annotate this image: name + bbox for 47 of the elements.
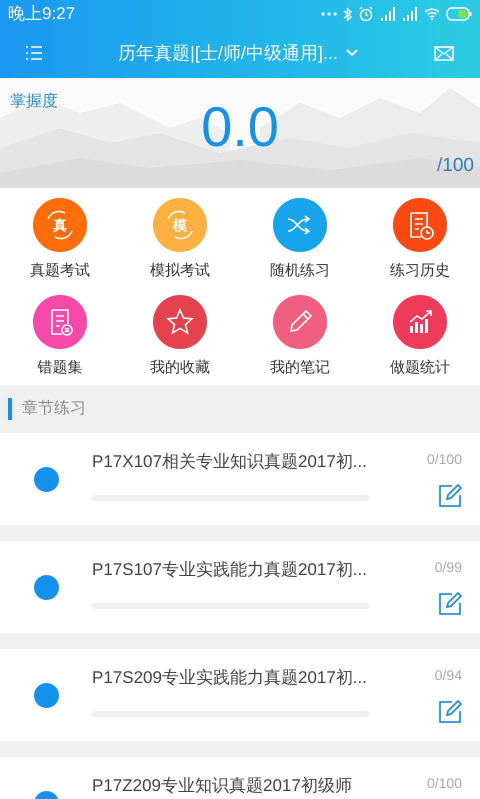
icon-glyph: 模 [173,218,187,232]
edit-icon[interactable] [438,700,462,724]
section-marker [8,398,12,420]
feature-label[interactable]: 随机练习 [270,260,330,282]
mastery-max: /100 [437,154,474,178]
feature-label[interactable]: 模拟考试 [150,260,210,282]
chapter-title: P17S209专业实践能力真题2017初... [92,667,368,689]
feature-label[interactable]: 真题考试 [30,260,90,282]
question-count: 0/94 [434,666,462,685]
more-dots-icon [321,12,337,16]
signal-icon [402,7,418,21]
alarm-icon [358,6,374,22]
chapter-title: P17S107专业实践能力真题2017初... [92,559,368,581]
chapter-card[interactable]: P17Z209专业知识真题2017初级师 0/100 [0,757,480,799]
feature-label[interactable]: 错题集 [38,356,82,379]
feature-icon-background[interactable] [273,198,327,252]
mastery-label: 掌握度 [10,92,58,112]
chapter-card[interactable]: P17S209专业实践能力真题2017初... 0/94 [0,649,480,741]
section-title: 章节练习 [22,398,86,419]
feature-label[interactable]: 练习历史 [390,260,450,282]
chapter-title: P17Z209专业知识真题2017初级师 [92,775,353,797]
chapter-title: P17X107相关专业知识真题2017初... [92,451,368,473]
feature-label[interactable]: 我的收藏 [150,356,210,379]
question-count: 0/99 [434,558,462,577]
mastery-score: 0.0 [201,94,279,160]
question-count: 0/100 [426,450,462,469]
menu-icon[interactable] [26,46,42,60]
wifi-icon [424,8,440,20]
feature-icon-background[interactable] [33,294,87,348]
feature-icon-background[interactable] [273,294,327,348]
mail-icon[interactable] [434,46,454,60]
edit-icon[interactable] [438,592,462,616]
icon-glyph: 真 [53,218,67,232]
battery-icon [446,7,472,21]
chapter-card[interactable]: P17S107专业实践能力真题2017初... 0/99 [0,541,480,633]
feature-icon-background[interactable] [153,294,207,348]
status-time: 晚上9:27 [8,3,76,26]
question-count: 0/100 [426,774,462,793]
bluetooth-icon [343,6,352,22]
chapter-card[interactable]: P17X107相关专业知识真题2017初... 0/100 [0,433,480,525]
feature-icon-background[interactable] [393,294,447,348]
feature-label[interactable]: 做题统计 [390,356,450,379]
feature-icon-background[interactable] [393,198,447,252]
caret-icon[interactable] [346,49,358,57]
signal-icon [380,7,396,21]
feature-label[interactable]: 我的笔记 [270,356,330,379]
edit-icon[interactable] [438,484,462,508]
